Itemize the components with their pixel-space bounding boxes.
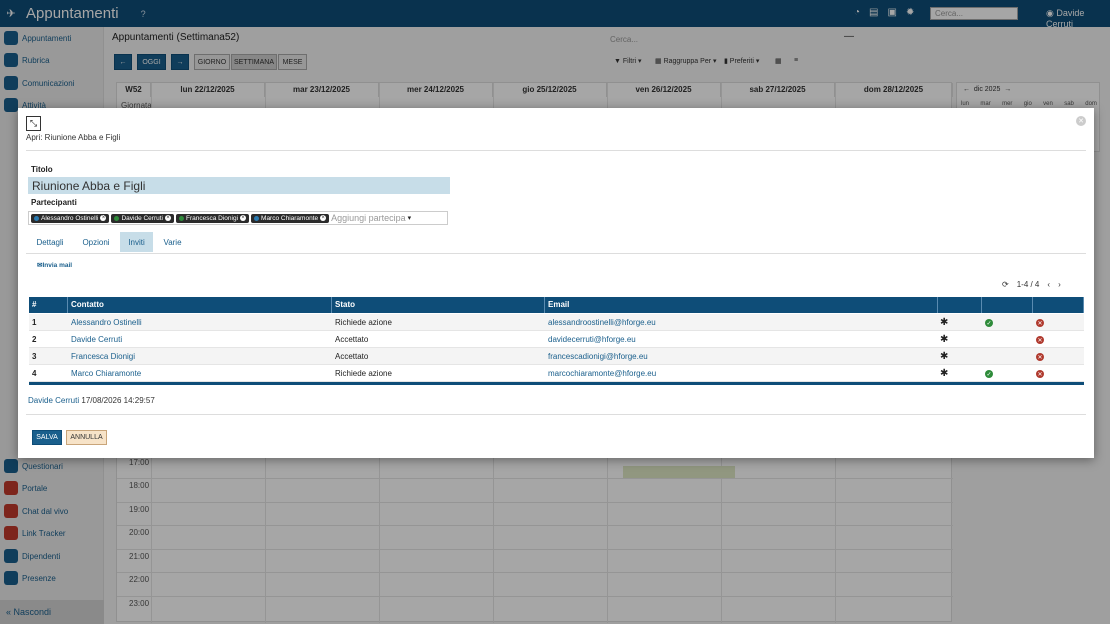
table-row[interactable]: 2 Davide Cerruti Accettato davidecerruti…: [29, 331, 1084, 348]
remove-participant-icon[interactable]: ×: [240, 215, 247, 221]
status-cell: Richiede azione: [335, 369, 392, 378]
participant-chip[interactable]: Davide Cerruti ×: [111, 213, 174, 223]
contact-link[interactable]: Marco Chiaramonte: [71, 369, 141, 378]
reject-icon[interactable]: ✕: [1036, 319, 1044, 327]
cancel-button[interactable]: ANNULLA: [66, 430, 107, 445]
participants-label: Partecipanti: [31, 198, 77, 207]
send-mail-label: Invia mail: [42, 262, 73, 269]
reject-icon[interactable]: ✕: [1036, 370, 1044, 378]
row-number: 2: [32, 335, 37, 344]
audit-info: Davide Cerruti 17/08/2026 14:29:57: [28, 396, 155, 405]
tab-inviti[interactable]: Inviti: [120, 232, 153, 252]
asterisk-icon[interactable]: ✱: [940, 368, 948, 379]
participant-name: Davide Cerruti: [121, 214, 163, 222]
title-label: Titolo: [31, 165, 53, 174]
email-link[interactable]: francescadionigi@hforge.eu: [548, 352, 648, 361]
row-number: 4: [32, 369, 37, 378]
column-header[interactable]: Email: [545, 297, 938, 313]
remove-participant-icon[interactable]: ×: [320, 215, 327, 221]
table-row[interactable]: 1 Alessandro Ostinelli Richiede azione a…: [29, 314, 1084, 331]
participant-dot: [179, 215, 184, 221]
column-header: [982, 297, 1033, 313]
participant-name: Marco Chiaramonte: [261, 214, 319, 222]
save-button[interactable]: SALVA: [32, 430, 62, 445]
table-row[interactable]: 3 Francesca Dionigi Accettato francescad…: [29, 348, 1084, 365]
participants-field[interactable]: Alessandro Ostinelli × Davide Cerruti × Fr…: [28, 211, 448, 225]
reject-icon[interactable]: ✕: [1036, 353, 1044, 361]
email-link[interactable]: alessandroostinelli@hforge.eu: [548, 318, 656, 327]
column-header[interactable]: Stato: [332, 297, 545, 313]
contact-link[interactable]: Francesca Dionigi: [71, 352, 135, 361]
title-input[interactable]: Riunione Abba e Figli: [28, 177, 450, 194]
row-number: 3: [32, 352, 37, 361]
status-cell: Richiede azione: [335, 318, 392, 327]
accept-icon[interactable]: ✓: [985, 319, 993, 327]
status-cell: Accettato: [335, 352, 369, 361]
collapse-modal-icon[interactable]: ⤡: [26, 116, 41, 131]
participant-name: Alessandro Ostinelli: [41, 214, 99, 222]
tab-dettagli[interactable]: Dettagli: [30, 232, 70, 252]
participant-dot: [114, 215, 120, 221]
open-record-link[interactable]: Apri: Riunione Abba e Figli: [26, 133, 120, 142]
chevron-left-icon[interactable]: ‹: [1047, 280, 1050, 289]
status-cell: Accettato: [335, 335, 369, 344]
appointment-modal: ⤡ Apri: Riunione Abba e Figli ✕ Titolo R…: [18, 108, 1094, 458]
participant-name: Francesca Dionigi: [186, 214, 239, 222]
chevron-down-icon[interactable]: ▾: [408, 214, 412, 222]
remove-participant-icon[interactable]: ×: [100, 215, 107, 221]
column-header: [938, 297, 982, 313]
add-participant-input[interactable]: Aggiungi partecipa: [331, 213, 406, 223]
contact-link[interactable]: Alessandro Ostinelli: [71, 318, 142, 327]
divider: [26, 414, 1086, 415]
column-header[interactable]: #: [29, 297, 68, 313]
send-mail-button[interactable]: ✉Invia mail: [37, 261, 72, 269]
pager: ⟳ 1-4 / 4 ‹ ›: [1002, 280, 1061, 289]
chevron-right-icon[interactable]: ›: [1058, 280, 1061, 289]
column-header: [1033, 297, 1084, 313]
audit-user[interactable]: Davide Cerruti: [28, 396, 79, 405]
accept-icon[interactable]: ✓: [985, 370, 993, 378]
table-footer-bar: [29, 382, 1084, 385]
tab-varie[interactable]: Varie: [156, 232, 189, 252]
participant-chip[interactable]: Alessandro Ostinelli ×: [31, 213, 110, 223]
contact-link[interactable]: Davide Cerruti: [71, 335, 122, 344]
asterisk-icon[interactable]: ✱: [940, 351, 948, 362]
refresh-icon[interactable]: ⟳: [1002, 280, 1009, 289]
close-icon[interactable]: ✕: [1076, 116, 1086, 126]
participant-dot: [254, 215, 260, 221]
tab-opzioni[interactable]: Opzioni: [76, 232, 116, 252]
participant-dot: [34, 215, 39, 221]
asterisk-icon[interactable]: ✱: [940, 317, 948, 328]
audit-timestamp: 17/08/2026 14:29:57: [81, 396, 155, 405]
pager-count: 1-4 / 4: [1016, 280, 1040, 289]
divider: [26, 253, 1086, 254]
row-number: 1: [32, 318, 37, 327]
reject-icon[interactable]: ✕: [1036, 336, 1044, 344]
email-link[interactable]: marcochiaramonte@hforge.eu: [548, 369, 656, 378]
asterisk-icon[interactable]: ✱: [940, 334, 948, 345]
participant-chip[interactable]: Marco Chiaramonte ×: [251, 213, 330, 223]
table-row[interactable]: 4 Marco Chiaramonte Richiede azione marc…: [29, 365, 1084, 382]
remove-participant-icon[interactable]: ×: [165, 215, 171, 221]
divider: [26, 150, 1086, 151]
column-header[interactable]: Contatto: [68, 297, 332, 313]
email-link[interactable]: davidecerruti@hforge.eu: [548, 335, 636, 344]
participant-chip[interactable]: Francesca Dionigi ×: [176, 213, 250, 223]
